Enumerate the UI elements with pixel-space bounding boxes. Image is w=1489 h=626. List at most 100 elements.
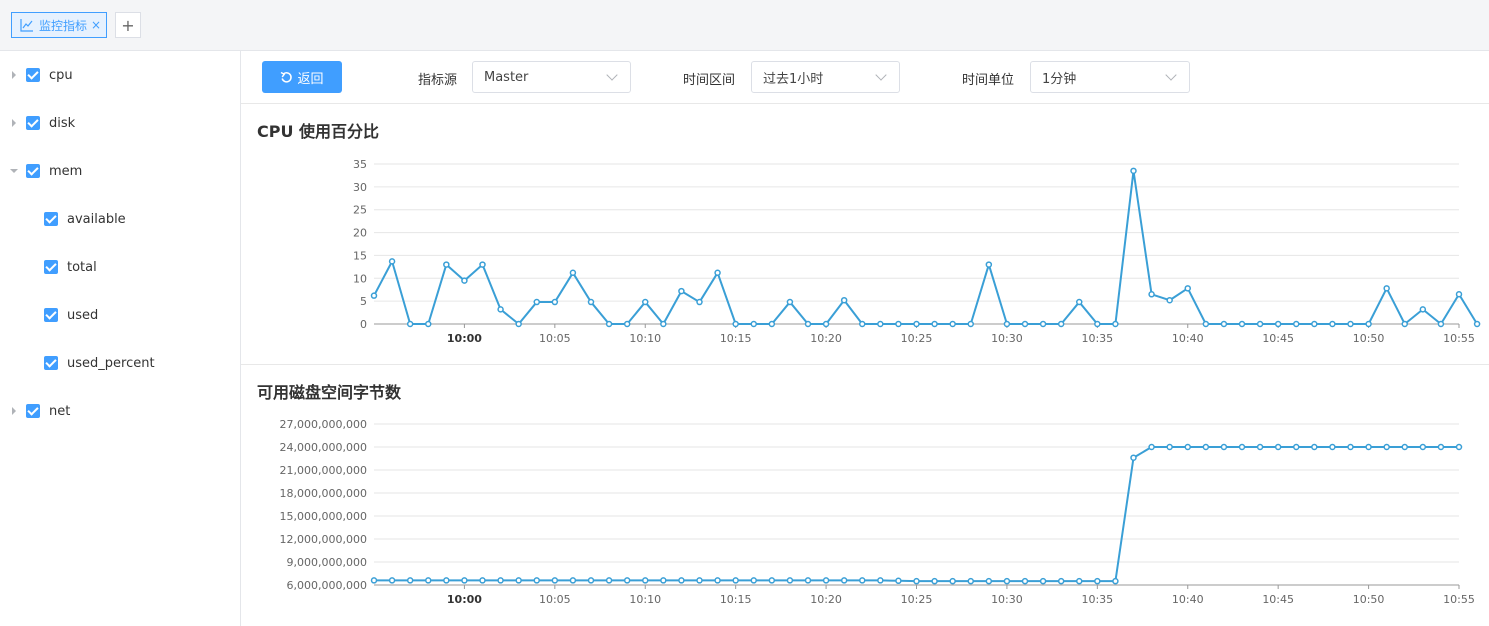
tree-item-mem[interactable]: mem — [10, 159, 82, 183]
back-button[interactable]: 返回 — [262, 61, 342, 93]
data-point — [533, 298, 540, 306]
collapse-arrow-icon[interactable] — [10, 169, 18, 173]
checkbox-mem[interactable] — [26, 164, 40, 178]
data-point — [750, 320, 757, 328]
source-select[interactable]: Master — [472, 61, 631, 93]
expand-arrow-icon[interactable] — [12, 119, 16, 127]
tree-item-cpu[interactable]: cpu — [10, 63, 73, 87]
undo-icon — [281, 71, 293, 82]
data-point — [479, 577, 486, 584]
x-tick-label: 10:55 — [1443, 332, 1475, 345]
data-point — [370, 577, 378, 584]
data-point — [1419, 306, 1427, 313]
data-point — [822, 320, 830, 328]
y-tick-label: 25 — [353, 204, 367, 217]
data-point — [1021, 577, 1029, 585]
checkbox-disk[interactable] — [26, 116, 40, 130]
x-tick-label: 10:20 — [810, 593, 842, 606]
y-tick-label: 6,000,000,000 — [287, 579, 367, 592]
data-point — [461, 277, 468, 284]
x-tick-label: 10:40 — [1172, 593, 1204, 606]
cpu-chart-title: CPU 使用百分比 — [257, 122, 380, 141]
tab-monitoring-metrics[interactable]: 监控指标 × — [11, 12, 107, 38]
data-point — [913, 577, 920, 585]
expand-arrow-icon[interactable] — [12, 71, 16, 79]
data-point — [461, 577, 468, 584]
data-point — [1112, 320, 1119, 328]
tree-item-disk[interactable]: disk — [10, 111, 75, 135]
data-point — [1220, 443, 1228, 451]
data-point — [1094, 320, 1101, 328]
data-point — [1329, 443, 1336, 451]
tree-item-label: mem — [49, 163, 83, 179]
data-point — [696, 577, 703, 584]
y-tick-label: 12,000,000,000 — [280, 533, 367, 546]
cpu-usage-chart: 0 5 10 15 20 25 30 35 10:00 10:05 10:10 10:15 10:20 1… — [353, 158, 1481, 345]
tab-close-icon[interactable]: × — [91, 18, 101, 32]
time-unit-label: 时间单位 — [962, 73, 1015, 88]
data-point — [569, 269, 577, 277]
data-point — [786, 298, 794, 306]
checkbox-used-percent[interactable] — [44, 356, 58, 370]
data-point — [1383, 285, 1390, 292]
expand-arrow-icon[interactable] — [12, 407, 16, 415]
checkbox-net[interactable] — [26, 404, 40, 418]
checkbox-available[interactable] — [44, 212, 58, 226]
x-tick-label: 10:30 — [991, 593, 1023, 606]
data-point — [1003, 577, 1011, 585]
data-point — [1455, 291, 1463, 298]
data-point — [840, 296, 848, 304]
disk-chart-title: 可用磁盘空间字节数 — [257, 383, 402, 402]
tree-item-net[interactable]: net — [10, 399, 70, 423]
data-point — [859, 577, 866, 584]
checkbox-cpu[interactable] — [26, 68, 40, 82]
data-point — [804, 320, 812, 328]
add-tab-button[interactable]: + — [115, 12, 141, 38]
data-point — [551, 577, 559, 584]
tree-item-label: net — [49, 403, 71, 419]
x-tick-label: 10:00 — [447, 593, 482, 606]
line-chart-icon — [20, 19, 33, 32]
tree-item-total[interactable]: total — [44, 255, 97, 279]
data-point — [949, 320, 956, 328]
tree-item-available[interactable]: available — [44, 207, 126, 231]
data-point — [1021, 320, 1029, 328]
data-point — [388, 577, 396, 584]
checkbox-total[interactable] — [44, 260, 58, 274]
tree-item-used[interactable]: used — [44, 303, 98, 327]
data-point — [642, 298, 649, 306]
checkbox-used[interactable] — [44, 308, 58, 322]
data-point — [1365, 320, 1372, 328]
data-point — [1076, 577, 1083, 585]
x-tick-label: 10:00 — [447, 332, 482, 345]
data-point — [1365, 443, 1372, 451]
data-point — [623, 577, 631, 584]
data-point — [840, 577, 848, 584]
data-point — [587, 298, 595, 306]
tree-item-label: used — [67, 307, 99, 323]
main-panel: 返回 指标源 Master 时间区间 过去1小时 时间单位 1分钟 CPU 使用… — [241, 51, 1489, 626]
time-unit-select[interactable]: 1分钟 — [1030, 61, 1190, 93]
data-point — [768, 320, 776, 328]
data-point — [768, 577, 776, 584]
time-range-select[interactable]: 过去1小时 — [751, 61, 900, 93]
data-point — [1166, 296, 1173, 304]
metrics-tree-sidebar: cpu disk mem available total used used_p… — [0, 51, 241, 626]
data-point — [895, 577, 902, 585]
data-point — [1202, 320, 1210, 328]
data-point — [1256, 320, 1264, 328]
data-point — [678, 287, 685, 295]
series-line — [374, 446, 1459, 583]
tree-item-used-percent[interactable]: used_percent — [44, 351, 155, 375]
y-tick-label: 9,000,000,000 — [287, 556, 367, 569]
y-tick-label: 18,000,000,000 — [280, 487, 367, 500]
data-point — [732, 320, 739, 328]
data-point — [1166, 443, 1173, 451]
time-range-select-value: 过去1小时 — [763, 71, 824, 87]
data-point — [569, 577, 577, 584]
data-point — [1039, 320, 1047, 328]
x-tick-label: 10:20 — [810, 332, 842, 345]
data-point — [1347, 320, 1354, 328]
data-point — [1112, 577, 1119, 585]
data-point — [1311, 443, 1318, 451]
